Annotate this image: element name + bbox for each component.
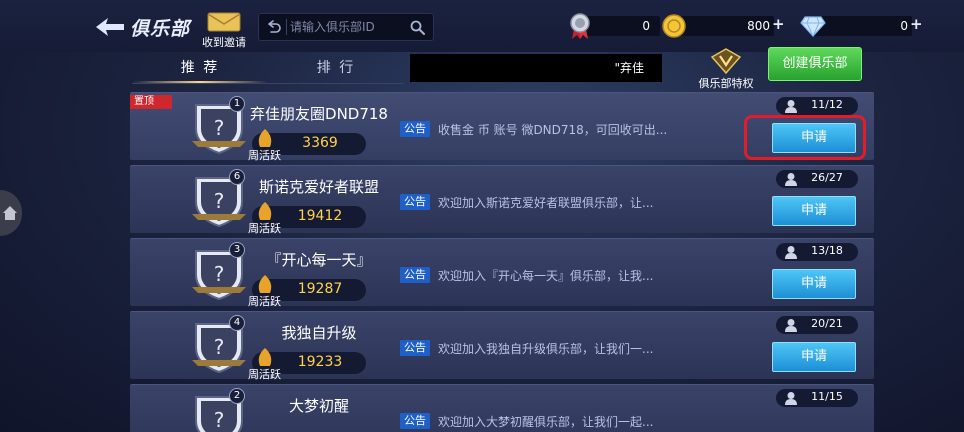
club-notice-text: 欢迎加入我独自升级俱乐部，让我们一...	[438, 342, 654, 356]
club-list: 置顶 ? 1 弃佳朋友圈DND718 3369 周活跃 公告 收售金 币 账号 …	[130, 92, 874, 432]
apply-button[interactable]: 申请	[772, 342, 856, 372]
club-notice-text: 欢迎加入大梦初醒俱乐部，让我们一起...	[438, 415, 654, 429]
received-invites-button[interactable]: 收到邀请	[198, 12, 250, 49]
person-icon	[785, 100, 797, 113]
club-notice-text: 欢迎加入斯诺克爱好者联盟俱乐部，让...	[438, 196, 654, 210]
create-club-button[interactable]: 创建俱乐部	[768, 47, 862, 81]
svg-text:?: ?	[214, 116, 225, 140]
search-icon[interactable]	[410, 20, 425, 35]
player-name-text: "弃佳	[614, 61, 644, 75]
add-gold-coin-button[interactable]: +	[772, 15, 785, 33]
apply-button[interactable]: 申请	[772, 123, 856, 153]
notice-tag: 公告	[400, 194, 430, 210]
weekly-activity-label: 周活跃	[248, 368, 281, 381]
weekly-activity-value: 19287	[297, 281, 343, 297]
svg-text:?: ?	[214, 189, 225, 213]
notice-tag: 公告	[400, 340, 430, 356]
club-notice-text: 收售金 币 账号 微DND718，可回收可出...	[438, 123, 668, 137]
v-badge-icon	[710, 48, 742, 75]
page-title: 俱乐部	[130, 18, 191, 40]
invite-label: 收到邀请	[202, 36, 246, 49]
silver-medal-icon	[570, 13, 590, 39]
person-icon	[785, 319, 797, 332]
member-count: 13/18	[776, 243, 858, 261]
diamond-icon	[800, 16, 826, 37]
home-icon	[3, 206, 17, 220]
person-icon	[785, 392, 797, 405]
search-divider	[286, 19, 287, 35]
notice-tag: 公告	[400, 121, 430, 137]
club-search-box	[258, 13, 434, 41]
weekly-activity-label: 周活跃	[248, 295, 281, 308]
member-count: 20/21	[776, 316, 858, 334]
club-card[interactable]: ? 6 斯诺克爱好者联盟 19412 周活跃 公告 欢迎加入斯诺克爱好者联盟俱乐…	[130, 165, 874, 235]
weekly-activity-value: 3369	[302, 135, 338, 151]
weekly-activity-label: 周活跃	[248, 222, 281, 235]
top-bar: 俱乐部 收到邀请 0	[0, 0, 964, 52]
gold-coin-value: 800	[747, 19, 770, 33]
member-count-value: 11/15	[811, 390, 843, 403]
club-privilege-button[interactable]: 俱乐部特权	[692, 48, 760, 90]
gold-coin-icon	[662, 14, 686, 38]
pinned-tag: 置顶	[130, 95, 172, 109]
weekly-activity-label: 周活跃	[248, 149, 281, 162]
svg-text:?: ?	[214, 408, 225, 432]
tab-recommended[interactable]: 推 荐	[132, 54, 268, 84]
privilege-label: 俱乐部特权	[698, 77, 754, 90]
member-count-value: 11/12	[811, 98, 843, 111]
tab-ranking[interactable]: 排 行	[268, 54, 404, 84]
club-id-search-input[interactable]	[290, 17, 408, 37]
club-name: 斯诺克爱好者联盟	[258, 178, 379, 196]
diamond-counter: 0 +	[800, 14, 926, 38]
club-name: 弃佳朋友圈DND718	[250, 105, 388, 123]
weekly-activity-value: 19412	[297, 208, 343, 224]
club-name: 大梦初醒	[288, 397, 349, 415]
player-name-strip: "弃佳	[410, 54, 662, 82]
gold-coin-counter: 800 +	[662, 14, 788, 38]
weekly-activity-value: 19233	[297, 354, 343, 370]
silver-medal-value: 0	[642, 19, 650, 33]
svg-text:?: ?	[214, 262, 225, 286]
member-count: 11/12	[776, 97, 858, 115]
club-name: 『开心每一天』	[266, 251, 372, 269]
member-count-value: 20/21	[811, 317, 843, 330]
silver-medal-counter: 0	[568, 13, 662, 39]
member-count-value: 26/27	[811, 171, 843, 184]
club-name: 我独自升级	[281, 324, 357, 342]
envelope-icon	[207, 12, 241, 32]
back-arrow-icon[interactable]	[94, 14, 126, 40]
person-icon	[785, 173, 797, 186]
member-count: 11/15	[776, 389, 858, 407]
member-count: 26/27	[776, 170, 858, 188]
tabs-divider	[132, 83, 404, 84]
notice-tag: 公告	[400, 413, 430, 429]
tab-ranking-label: 排 行	[316, 60, 356, 76]
club-card[interactable]: 置顶 ? 1 弃佳朋友圈DND718 3369 周活跃 公告 收售金 币 账号 …	[130, 92, 874, 162]
svg-text:?: ?	[214, 335, 225, 359]
club-card[interactable]: ? 4 我独自升级 19233 周活跃 公告 欢迎加入我独自升级俱乐部，让我们一…	[130, 311, 874, 381]
tab-recommended-label: 推 荐	[180, 60, 220, 76]
club-card[interactable]: ? 3 『开心每一天』 19287 周活跃 公告 欢迎加入『开心每一天』俱乐部，…	[130, 238, 874, 308]
club-notice-text: 欢迎加入『开心每一天』俱乐部，让我...	[438, 269, 654, 283]
member-count-value: 13/18	[811, 244, 843, 257]
club-card[interactable]: ? 2 大梦初醒 公告 欢迎加入大梦初醒俱乐部，让我们一起... 11/15	[130, 384, 874, 432]
undo-icon[interactable]	[265, 19, 281, 35]
notice-tag: 公告	[400, 267, 430, 283]
apply-button[interactable]: 申请	[772, 269, 856, 299]
add-diamond-button[interactable]: +	[910, 15, 923, 33]
apply-button[interactable]: 申请	[772, 196, 856, 226]
diamond-value: 0	[900, 19, 908, 33]
side-panel-handle[interactable]	[0, 190, 22, 236]
club-tabs: 推 荐 排 行	[132, 54, 404, 84]
person-icon	[785, 246, 797, 259]
